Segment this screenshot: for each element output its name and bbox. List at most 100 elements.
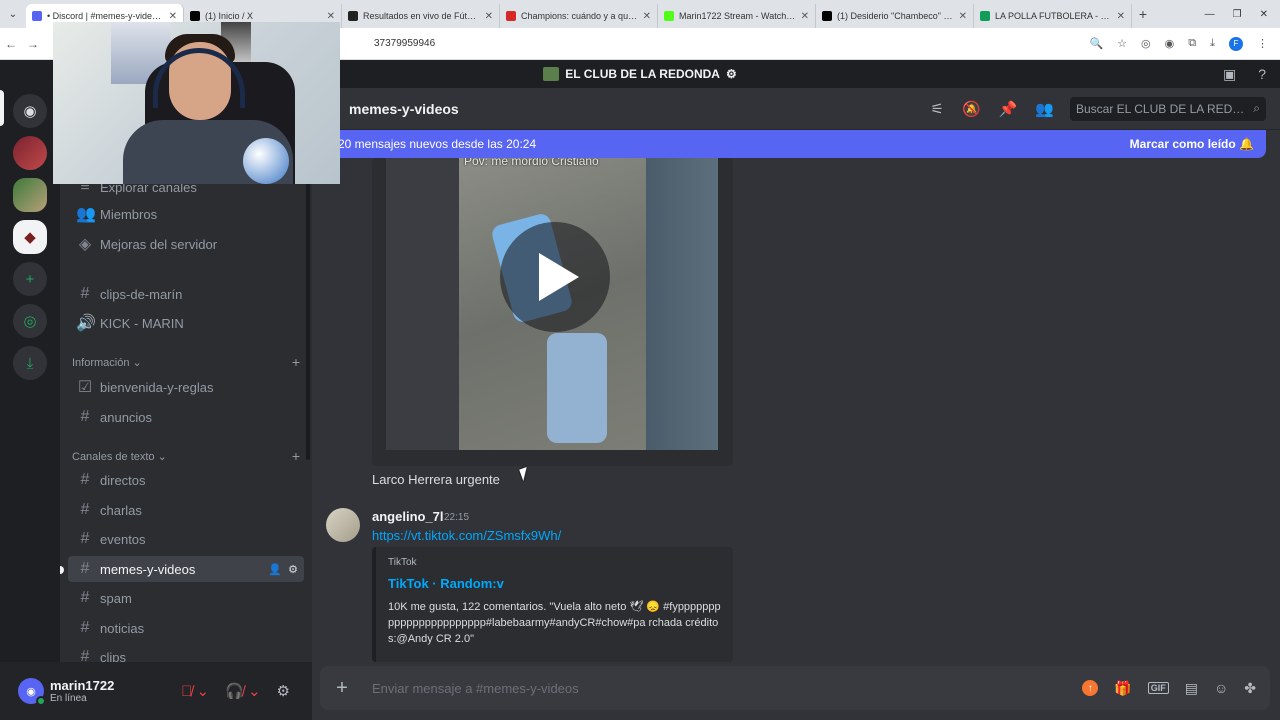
- puzzle-icon[interactable]: ⧉: [1188, 37, 1196, 50]
- explore-servers-icon[interactable]: ◎: [13, 304, 47, 338]
- server-title[interactable]: EL CLUB DE LA REDONDA ⚙: [543, 67, 737, 81]
- extension-2-icon[interactable]: ◉: [1165, 37, 1175, 50]
- category-informacion[interactable]: Información ⌄ +: [72, 354, 300, 370]
- pin-icon[interactable]: 📌: [999, 100, 1018, 118]
- futbol-favicon-icon: [348, 11, 358, 21]
- rules-icon: ☑: [77, 379, 93, 396]
- channel-spam[interactable]: # spam: [68, 585, 304, 611]
- message-input[interactable]: Enviar mensaje a #memes-y-videos: [372, 681, 579, 696]
- play-button[interactable]: [500, 222, 610, 332]
- sidebar-item-miembros[interactable]: 👥 Miembros: [68, 201, 304, 227]
- speaker-icon: 🔊: [76, 315, 96, 332]
- channel-bienvenida[interactable]: ☑ bienvenida-y-reglas: [68, 374, 304, 400]
- message-link[interactable]: https://vt.tiktok.com/ZSmsfx9Wh/: [372, 528, 561, 543]
- restore-icon[interactable]: ❐: [1233, 9, 1242, 20]
- channel-kick-marin[interactable]: 🔊 KICK - MARIN: [68, 310, 304, 336]
- browser-tab-kick[interactable]: Marin1722 Stream - Watch Live ✕: [658, 4, 816, 28]
- threads-icon[interactable]: ⚟: [930, 100, 943, 118]
- close-tab-icon[interactable]: ✕: [485, 11, 493, 22]
- settings-gear-icon: ⚙: [725, 67, 737, 81]
- video-attachment[interactable]: Pov: me mordió Cristiano: [372, 158, 733, 466]
- close-tab-icon[interactable]: ✕: [327, 11, 335, 22]
- channel-directos[interactable]: # directos: [68, 467, 304, 493]
- microphone-muted-icon[interactable]: 🎙̸ ⌄: [181, 682, 209, 700]
- minimize-icon[interactable]: —: [1205, 9, 1215, 20]
- url-field[interactable]: 37379959946: [374, 38, 435, 49]
- sticker-icon[interactable]: ▤: [1185, 680, 1198, 697]
- close-tab-icon[interactable]: ✕: [169, 11, 177, 22]
- gift-icon[interactable]: 🎁: [1114, 680, 1131, 697]
- channel-anuncios[interactable]: # anuncios: [68, 404, 304, 430]
- zoom-icon[interactable]: 🔍: [1089, 37, 1103, 50]
- search-input[interactable]: Buscar EL CLUB DE LA REDOND... ⌕: [1070, 96, 1266, 121]
- link-embed: TikTok TikTok · Random:v 10K me gusta, 1…: [372, 547, 733, 662]
- extension-icon[interactable]: ◎: [1141, 37, 1151, 50]
- server-icon-club[interactable]: [13, 178, 47, 212]
- profile-avatar[interactable]: F: [1229, 36, 1243, 51]
- user-settings-icon[interactable]: ⚙: [277, 682, 290, 700]
- hashtag-icon: #: [80, 619, 90, 636]
- tab-search-icon[interactable]: ⌄: [0, 0, 26, 28]
- user-avatar[interactable]: ◉: [18, 678, 46, 706]
- server-icon-3[interactable]: ◆: [13, 220, 47, 254]
- add-server-icon[interactable]: +: [13, 262, 47, 296]
- search-icon: ⌕: [1253, 101, 1260, 115]
- mark-as-read-button[interactable]: Marcar como leído 🔔: [1130, 137, 1254, 151]
- new-tab-button[interactable]: +: [1132, 6, 1154, 22]
- member-list-icon[interactable]: 👥: [1035, 100, 1054, 118]
- browser-tab-sheets[interactable]: LA POLLA FUTBOLERA - 1RA ED ✕: [974, 4, 1132, 28]
- channel-noticias[interactable]: # noticias: [68, 615, 304, 641]
- add-channel-icon[interactable]: +: [292, 354, 300, 370]
- channel-eventos[interactable]: # eventos: [68, 526, 304, 552]
- embed-title[interactable]: TikTok · Random:v: [388, 576, 721, 591]
- emoji-icon[interactable]: ☺: [1214, 680, 1228, 696]
- browser-tab-champions[interactable]: Champions: cuándo y a qué ho ✕: [500, 4, 658, 28]
- close-tab-icon[interactable]: ✕: [959, 11, 967, 22]
- gif-icon[interactable]: GIF: [1147, 682, 1169, 694]
- window-close-icon[interactable]: ✕: [1260, 9, 1268, 20]
- message-author[interactable]: angelino_7l: [372, 509, 444, 524]
- username[interactable]: marin1722: [50, 678, 114, 693]
- download-apps-icon[interactable]: ⤓: [13, 346, 47, 380]
- channel-charlas[interactable]: # charlas: [68, 497, 304, 523]
- download-icon[interactable]: ⤓: [1210, 37, 1215, 50]
- channel-clips-de-marin[interactable]: # clips-de-marín: [68, 281, 304, 307]
- browser-tab-futbol[interactable]: Resultados en vivo de Fútbol - ✕: [342, 4, 500, 28]
- channel-settings-icon[interactable]: ⚙: [288, 563, 298, 576]
- selected-server-indicator: [0, 90, 4, 126]
- upload-plus-icon[interactable]: +: [320, 677, 364, 700]
- avatar[interactable]: [326, 508, 360, 542]
- user-panel: ◉ marin1722 En línea 🎙̸ ⌄ 🎧̸ ⌄ ⚙: [0, 662, 312, 720]
- channel-clips[interactable]: # clips: [68, 644, 304, 662]
- embed-description: 10K me gusta, 122 comentarios. "Vuela al…: [388, 601, 721, 645]
- invite-icon[interactable]: 👤: [268, 563, 282, 576]
- new-messages-bar[interactable]: 20 mensajes nuevos desde las 20:24 Marca…: [326, 130, 1266, 158]
- hashtag-icon: #: [80, 648, 90, 662]
- server-icon-1[interactable]: [13, 136, 47, 170]
- category-canales-de-texto[interactable]: Canales de texto ⌄ +: [72, 448, 300, 464]
- close-tab-icon[interactable]: ✕: [801, 11, 809, 22]
- back-icon[interactable]: ←: [0, 37, 22, 51]
- sidebar-item-mejoras[interactable]: ◈ Mejoras del servidor: [68, 231, 304, 257]
- embed-provider: TikTok: [388, 557, 417, 568]
- help-icon[interactable]: ?: [1258, 66, 1266, 83]
- boost-icon: ◈: [78, 236, 92, 253]
- channel-memes-y-videos[interactable]: # memes-y-videos 👤 ⚙: [68, 556, 304, 582]
- forward-icon[interactable]: →: [22, 37, 44, 51]
- nitro-boost-icon[interactable]: ↑: [1082, 680, 1099, 696]
- discord-home-icon[interactable]: ◉: [13, 94, 47, 128]
- more-menu-icon[interactable]: ⋮: [1257, 37, 1268, 50]
- online-status-dot: [36, 696, 46, 706]
- apps-icon[interactable]: ✤: [1244, 680, 1256, 697]
- add-channel-icon[interactable]: +: [292, 448, 300, 464]
- headphones-deafened-icon[interactable]: 🎧̸ ⌄: [225, 682, 260, 700]
- close-tab-icon[interactable]: ✕: [643, 11, 651, 22]
- close-tab-icon[interactable]: ✕: [1117, 11, 1125, 22]
- bookmark-star-icon[interactable]: ☆: [1117, 37, 1127, 50]
- channel-header: memes-y-videos ⚟ 🔕 📌 👥 Buscar EL CLUB DE…: [312, 88, 1280, 130]
- inbox-icon[interactable]: ▣: [1223, 66, 1236, 83]
- discord-favicon-icon: [32, 11, 42, 21]
- notification-mute-icon[interactable]: 🔕: [962, 100, 981, 118]
- browser-tab-x2[interactable]: (1) Desiderio "Chambeco" Ubal ✕: [816, 4, 974, 28]
- message-timestamp: 22:15: [444, 512, 470, 523]
